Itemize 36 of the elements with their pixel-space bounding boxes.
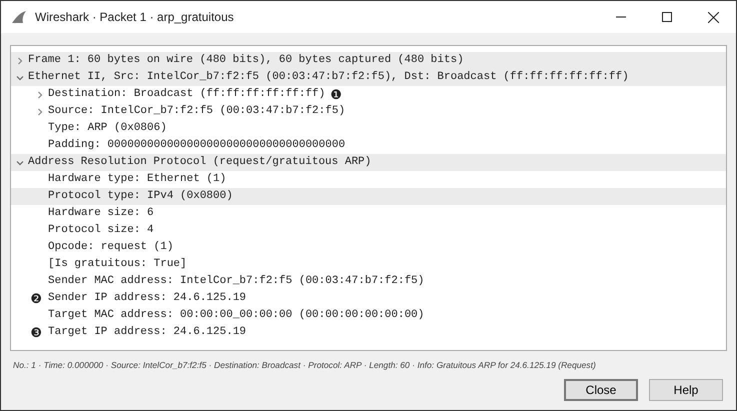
tree-item-text: Padding: 000000000000000000000000000000000000 <box>48 138 346 154</box>
tree-item-text: Opcode: request (1) <box>48 240 174 256</box>
callout-marker: ❶ <box>330 88 342 102</box>
tree-item-text: [Is gratuitous: True] <box>48 257 187 272</box>
tree-item-text: Ethernet II, Src: IntelCor_b7:f2:f5 (00:03:47:b7:f2:f5), Dst: Broadcast (ff:ff:ff:ff:ff:ff) <box>28 70 629 86</box>
shark-fin-icon <box>11 10 27 24</box>
chevron-right-icon[interactable] <box>36 90 44 98</box>
tree-row[interactable]: Protocol type: IPv4 (0x0800) <box>11 188 726 205</box>
tree-row[interactable]: Address Resolution Protocol (request/gratuitous ARP) <box>11 154 726 171</box>
callout-marker: ❸ <box>30 326 42 340</box>
tree-item-text: Hardware type: Ethernet (1) <box>48 172 226 188</box>
tree-item-text: Sender MAC address: IntelCor_b7:f2:f5 (00:03:47:b7:f2:f5) <box>48 274 424 290</box>
chevron-down-icon[interactable] <box>16 158 24 166</box>
tree-item-text: Source: IntelCor_b7:f2:f5 (00:03:47:b7:f2:f5) <box>48 104 346 120</box>
tree-row[interactable]: Frame 1: 60 bytes on wire (480 bits), 60 bytes captured (480 bits) <box>11 52 726 69</box>
chevron-down-icon[interactable] <box>16 74 24 82</box>
callout-marker: ❷ <box>30 292 42 306</box>
maximize-icon <box>662 12 672 22</box>
tree-item-text: Frame 1: 60 bytes on wire (480 bits), 60 bytes captured (480 bits) <box>28 53 464 68</box>
dialog-button[interactable]: Close <box>564 378 638 401</box>
chevron-right-icon[interactable] <box>36 108 44 116</box>
tree-item-text: Protocol size: 4 <box>48 223 154 238</box>
tree-item-text: Address Resolution Protocol (request/gratuitous ARP) <box>28 155 372 170</box>
tree-item-text: Protocol type: IPv4 (0x0800) <box>48 189 233 204</box>
tree-item-text: Type: ARP (0x0806) <box>48 121 167 136</box>
tree-item-text: Destination: Broadcast (ff:ff:ff:ff:ff:ff) <box>48 87 326 102</box>
dialog-button[interactable]: Help <box>649 378 723 401</box>
packet-summary-text: No.: 1 · Time: 0.000000 · Source: IntelCor_b7:f2:f5 · Destination: Broadcast · Protocol: ARP · Length: 60 · Info: Gratuitous ARP for 24.6.125.19 (Request) <box>13 359 597 372</box>
tree-item-text: Target IP address: 24.6.125.19 <box>48 325 246 340</box>
tree-item-text: Sender IP address: 24.6.125.19 <box>48 291 246 306</box>
window-title: Wireshark · Packet 1 · arp_gratuitous <box>35 9 234 26</box>
tree-item-text: Target MAC address: 00:00:00_00:00:00 (00:00:00:00:00:00) <box>48 308 424 324</box>
tree-row[interactable]: Ethernet II, Src: IntelCor_b7:f2:f5 (00:03:47:b7:f2:f5), Dst: Broadcast (ff:ff:ff:ff:ff:ff) <box>11 69 726 86</box>
tree-item-text: Hardware size: 6 <box>48 206 154 222</box>
close-icon <box>708 12 718 22</box>
chevron-right-icon[interactable] <box>16 56 24 64</box>
